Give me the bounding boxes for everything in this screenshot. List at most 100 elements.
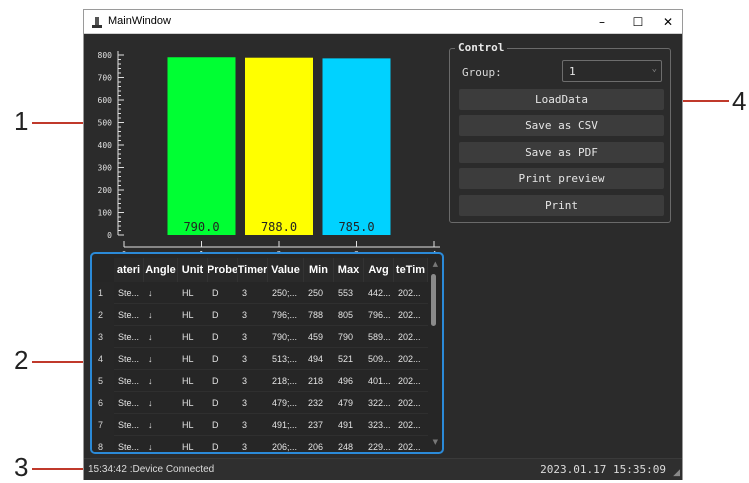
table-cell[interactable]: 796... — [364, 304, 394, 326]
table-cell[interactable]: 202... — [394, 282, 428, 304]
table-cell[interactable]: 790 — [334, 326, 364, 348]
table-cell[interactable]: 248 — [334, 436, 364, 452]
table-cell[interactable]: 323... — [364, 414, 394, 436]
table-cell[interactable]: D — [208, 304, 238, 326]
load-data-button[interactable]: LoadData — [459, 89, 664, 110]
minimize-button[interactable]: – — [584, 10, 620, 34]
table-cell[interactable]: D — [208, 414, 238, 436]
table-cell[interactable]: 202... — [394, 414, 428, 436]
table-cell[interactable]: 805 — [334, 304, 364, 326]
table-cell[interactable]: 3 — [238, 348, 268, 370]
table-cell[interactable]: D — [208, 348, 238, 370]
table-cell[interactable]: D — [208, 436, 238, 452]
table-cell[interactable]: HL — [178, 436, 208, 452]
column-header[interactable]: Timer — [238, 258, 268, 282]
table-cell[interactable]: Ste... — [114, 282, 144, 304]
group-select[interactable]: 1 ⌄ — [562, 60, 662, 82]
table-cell[interactable]: ↓ — [144, 326, 178, 348]
table-cell[interactable]: HL — [178, 304, 208, 326]
table-cell[interactable]: 509... — [364, 348, 394, 370]
scrollbar-thumb[interactable] — [431, 274, 436, 326]
table-cell[interactable]: 3 — [238, 304, 268, 326]
column-header[interactable]: Probe — [208, 258, 238, 282]
table-cell[interactable]: 3 — [238, 436, 268, 452]
table-cell[interactable]: 491 — [334, 414, 364, 436]
table-row[interactable]: 7 Ste... ↓ HL D 3 491;... 237 491 323... 202... — [92, 414, 428, 436]
table-cell[interactable]: HL — [178, 370, 208, 392]
table-cell[interactable]: 589... — [364, 326, 394, 348]
table-cell[interactable]: 3 — [238, 370, 268, 392]
table-cell[interactable]: ↓ — [144, 282, 178, 304]
close-button[interactable]: ✕ — [650, 10, 686, 34]
table-cell[interactable]: ↓ — [144, 392, 178, 414]
table-cell[interactable]: ↓ — [144, 436, 178, 452]
data-table[interactable]: ateri Angle Unit Probe Timer Value Min Max Avg te… — [90, 252, 444, 454]
column-header[interactable]: Angle — [144, 258, 178, 282]
table-cell[interactable]: 521 — [334, 348, 364, 370]
table-cell[interactable]: 496 — [334, 370, 364, 392]
table-cell[interactable]: 218 — [304, 370, 334, 392]
table-cell[interactable]: 202... — [394, 370, 428, 392]
table-cell[interactable]: 491;... — [268, 414, 304, 436]
table-cell[interactable]: 206;... — [268, 436, 304, 452]
table-cell[interactable]: 553 — [334, 282, 364, 304]
table-cell[interactable]: 206 — [304, 436, 334, 452]
table-cell[interactable]: 202... — [394, 348, 428, 370]
table-cell[interactable]: D — [208, 282, 238, 304]
table-cell[interactable]: Ste... — [114, 348, 144, 370]
table-cell[interactable]: 459 — [304, 326, 334, 348]
table-row[interactable]: 1 Ste... ↓ HL D 3 250;... 250 553 442... 202... — [92, 282, 428, 304]
table-cell[interactable]: Ste... — [114, 414, 144, 436]
table-cell[interactable]: 202... — [394, 326, 428, 348]
table-cell[interactable]: 250;... — [268, 282, 304, 304]
table-cell[interactable]: HL — [178, 348, 208, 370]
column-header[interactable]: Unit — [178, 258, 208, 282]
table-cell[interactable]: Ste... — [114, 326, 144, 348]
column-header[interactable]: Max — [334, 258, 364, 282]
save-csv-button[interactable]: Save as CSV — [459, 115, 664, 136]
table-row[interactable]: 3 Ste... ↓ HL D 3 790;... 459 790 589... 202... — [92, 326, 428, 348]
table-cell[interactable]: 218;... — [268, 370, 304, 392]
table-cell[interactable]: Ste... — [114, 436, 144, 452]
resize-grip-icon[interactable]: ◢ — [673, 468, 680, 478]
table-cell[interactable]: 202... — [394, 436, 428, 452]
table-row[interactable]: 5 Ste... ↓ HL D 3 218;... 218 496 401... 202... — [92, 370, 428, 392]
print-button[interactable]: Print — [459, 195, 664, 216]
column-header[interactable]: Value — [268, 258, 304, 282]
table-cell[interactable]: 401... — [364, 370, 394, 392]
table-cell[interactable]: 479 — [334, 392, 364, 414]
table-cell[interactable]: ↓ — [144, 414, 178, 436]
table-cell[interactable]: HL — [178, 326, 208, 348]
scroll-down-icon[interactable]: ▼ — [433, 438, 438, 446]
table-row[interactable]: 8 Ste... ↓ HL D 3 206;... 206 248 229... 202... — [92, 436, 428, 452]
print-preview-button[interactable]: Print preview — [459, 168, 664, 189]
table-cell[interactable]: ↓ — [144, 370, 178, 392]
table-cell[interactable]: 3 — [238, 326, 268, 348]
table-cell[interactable]: 479;... — [268, 392, 304, 414]
table-cell[interactable]: 202... — [394, 392, 428, 414]
table-cell[interactable]: 237 — [304, 414, 334, 436]
table-cell[interactable]: Ste... — [114, 370, 144, 392]
table-cell[interactable]: 494 — [304, 348, 334, 370]
table-cell[interactable]: HL — [178, 392, 208, 414]
table-cell[interactable]: 442... — [364, 282, 394, 304]
table-cell[interactable]: 250 — [304, 282, 334, 304]
table-cell[interactable]: 796;... — [268, 304, 304, 326]
table-row[interactable]: 4 Ste... ↓ HL D 3 513;... 494 521 509... 202... — [92, 348, 428, 370]
column-header[interactable]: Avg — [364, 258, 394, 282]
table-cell[interactable]: 202... — [394, 304, 428, 326]
column-header[interactable]: teTim — [394, 258, 428, 282]
table-cell[interactable]: ↓ — [144, 304, 178, 326]
title-bar[interactable]: MainWindow – ☐ ✕ — [84, 10, 682, 34]
table-cell[interactable]: 788 — [304, 304, 334, 326]
table-cell[interactable]: 229... — [364, 436, 394, 452]
column-header[interactable]: Min — [304, 258, 334, 282]
table-cell[interactable]: 3 — [238, 392, 268, 414]
table-row[interactable]: 6 Ste... ↓ HL D 3 479;... 232 479 322... 202... — [92, 392, 428, 414]
table-cell[interactable]: 322... — [364, 392, 394, 414]
table-cell[interactable]: D — [208, 326, 238, 348]
table-cell[interactable]: Ste... — [114, 392, 144, 414]
save-pdf-button[interactable]: Save as PDF — [459, 142, 664, 163]
table-cell[interactable]: Ste... — [114, 304, 144, 326]
table-cell[interactable]: D — [208, 392, 238, 414]
